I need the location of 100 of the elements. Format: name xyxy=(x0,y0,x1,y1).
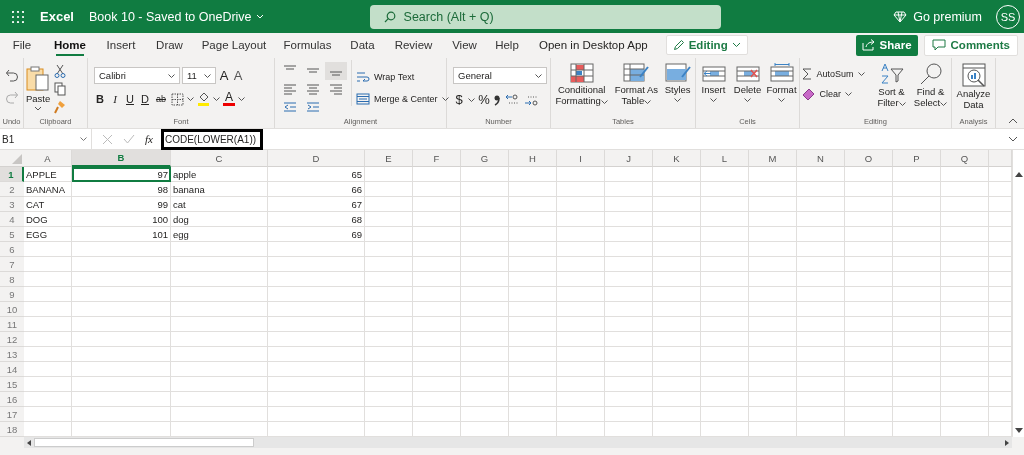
row-header[interactable]: 8 xyxy=(0,272,24,287)
editing-mode-button[interactable]: Editing xyxy=(665,35,748,55)
borders-icon[interactable] xyxy=(171,92,184,106)
row-header[interactable]: 14 xyxy=(0,362,24,377)
conditional-formatting-button[interactable]: Conditional Formatting xyxy=(553,63,611,107)
row-header[interactable]: 11 xyxy=(0,317,24,332)
check-icon[interactable] xyxy=(123,134,135,144)
vertical-align-icon[interactable] xyxy=(325,62,347,80)
row-header[interactable]: 12 xyxy=(0,332,24,347)
scrollbar-thumb[interactable] xyxy=(34,438,254,447)
analyze-data-button[interactable]: Analyze Data xyxy=(954,63,993,111)
column-header[interactable]: G xyxy=(461,150,509,167)
increase-decimal-icon[interactable] xyxy=(504,92,520,107)
font-style-button[interactable]: D xyxy=(139,93,151,105)
currency-button[interactable]: $ xyxy=(453,92,465,107)
caret-icon[interactable] xyxy=(238,97,245,101)
menu-tab[interactable]: Page Layout xyxy=(193,33,275,57)
row-header[interactable]: 7 xyxy=(0,257,24,272)
column-header[interactable]: E xyxy=(365,150,413,167)
row-header[interactable]: 2 xyxy=(0,182,24,197)
column-header[interactable]: O xyxy=(845,150,893,167)
scroll-up-icon[interactable] xyxy=(1014,172,1023,177)
row-header[interactable]: 1 xyxy=(0,167,24,182)
menu-tab[interactable]: Help xyxy=(487,33,527,57)
autosum-button[interactable]: AutoSum xyxy=(802,68,865,80)
column-header[interactable]: B xyxy=(72,150,171,167)
collapse-ribbon-icon[interactable] xyxy=(1008,118,1018,124)
column-header[interactable]: M xyxy=(749,150,797,167)
go-premium-button[interactable]: Go premium xyxy=(893,9,982,24)
app-launcher-icon[interactable] xyxy=(12,10,24,23)
column-header[interactable]: F xyxy=(413,150,461,167)
insert-function-button[interactable]: fx xyxy=(145,133,153,145)
column-header[interactable]: K xyxy=(653,150,701,167)
font-style-button[interactable]: I xyxy=(109,93,121,105)
cancel-icon[interactable] xyxy=(102,133,113,145)
number-format-dropdown[interactable]: General xyxy=(453,67,547,84)
caret-icon[interactable] xyxy=(468,97,475,102)
row-header[interactable]: 9 xyxy=(0,287,24,302)
menu-tab[interactable]: Formulas xyxy=(275,33,340,57)
font-style-button[interactable]: ab xyxy=(154,94,168,104)
open-in-desktop-button[interactable]: Open in Desktop App xyxy=(539,39,648,51)
column-header[interactable]: L xyxy=(701,150,749,167)
scroll-left-icon[interactable] xyxy=(27,439,31,446)
shrink-font-button[interactable]: A xyxy=(232,68,244,83)
vertical-scrollbar[interactable] xyxy=(1012,150,1024,437)
name-box[interactable]: B1 xyxy=(0,129,92,149)
format-cells-button[interactable]: Format xyxy=(766,63,797,102)
insert-cells-button[interactable]: Insert xyxy=(698,63,729,102)
column-header[interactable]: A xyxy=(24,150,72,167)
menu-tab[interactable]: Draw xyxy=(146,33,193,57)
column-header[interactable]: D xyxy=(268,150,365,167)
clear-button[interactable]: Clear xyxy=(802,88,865,100)
document-title[interactable]: Book 10 - Saved to OneDrive xyxy=(89,9,264,24)
scroll-right-icon[interactable] xyxy=(1005,439,1009,446)
find-select-button[interactable]: Find & Select xyxy=(912,63,949,109)
row-header[interactable]: 4 xyxy=(0,212,24,227)
column-header[interactable]: C xyxy=(171,150,268,167)
comments-button[interactable]: Comments xyxy=(923,34,1018,56)
font-family-dropdown[interactable]: Calibri xyxy=(94,67,180,84)
menu-tab[interactable]: Insert xyxy=(96,33,146,57)
row-header[interactable]: 15 xyxy=(0,377,24,392)
column-header[interactable]: I xyxy=(557,150,605,167)
format-painter-icon[interactable] xyxy=(54,99,67,114)
menu-tab[interactable]: View xyxy=(442,33,487,57)
paste-button[interactable]: Paste xyxy=(26,65,51,112)
menu-tab[interactable]: Data xyxy=(340,33,385,57)
menu-tab[interactable]: File xyxy=(0,33,44,57)
row-header[interactable]: 5 xyxy=(0,227,24,242)
font-style-button[interactable]: B xyxy=(94,93,106,105)
wrap-text-button[interactable]: Wrap Text xyxy=(356,70,449,84)
font-color-button[interactable]: A xyxy=(223,92,235,106)
row-header[interactable]: 3 xyxy=(0,197,24,212)
row-header[interactable]: 13 xyxy=(0,347,24,362)
font-style-button[interactable]: U xyxy=(124,93,136,105)
column-header[interactable]: P xyxy=(893,150,941,167)
search-field[interactable]: Search (Alt + Q) xyxy=(369,4,721,29)
menu-tab[interactable]: Review xyxy=(385,33,442,57)
delete-cells-button[interactable]: Delete xyxy=(732,63,763,102)
undo-icon[interactable] xyxy=(4,68,19,82)
styles-button[interactable]: Styles xyxy=(662,63,693,102)
column-header[interactable]: N xyxy=(797,150,845,167)
row-header[interactable]: 16 xyxy=(0,392,24,407)
expand-icon[interactable] xyxy=(1008,136,1018,142)
horizontal-scrollbar[interactable] xyxy=(24,437,1012,448)
font-size-dropdown[interactable]: 11 xyxy=(182,67,216,84)
comma-style-icon[interactable] xyxy=(493,93,501,106)
caret-icon[interactable] xyxy=(213,97,220,101)
column-header[interactable]: Q xyxy=(941,150,989,167)
percent-button[interactable]: % xyxy=(478,92,490,107)
row-header[interactable]: 18 xyxy=(0,422,24,437)
menu-tab[interactable]: Home xyxy=(44,33,96,57)
row-header[interactable]: 10 xyxy=(0,302,24,317)
grow-font-button[interactable]: A xyxy=(218,68,230,83)
column-header[interactable]: H xyxy=(509,150,557,167)
column-header[interactable]: J xyxy=(605,150,653,167)
scissors-icon[interactable] xyxy=(54,63,67,78)
sort-filter-button[interactable]: Sort & Filter xyxy=(873,63,910,109)
format-as-table-button[interactable]: Format As Table xyxy=(613,63,660,107)
merge-center-button[interactable]: Merge & Center xyxy=(356,92,449,106)
share-button[interactable]: Share xyxy=(855,34,918,56)
